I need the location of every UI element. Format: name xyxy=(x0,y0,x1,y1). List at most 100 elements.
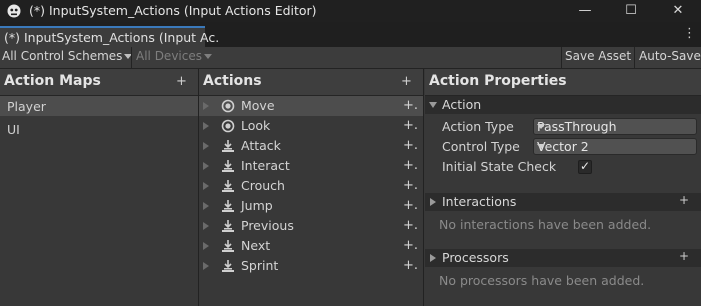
expand-arrow-icon[interactable] xyxy=(203,102,209,110)
expand-arrow-icon[interactable] xyxy=(203,182,209,190)
action-item-attack[interactable]: Attack +. xyxy=(199,136,423,156)
processors-section-header[interactable]: Processors + xyxy=(425,249,701,267)
button-icon xyxy=(222,160,234,172)
chevron-down-icon xyxy=(537,144,545,149)
devices-dropdown[interactable]: All Devices xyxy=(136,49,212,63)
action-maps-title: Action Maps xyxy=(4,73,101,89)
button-icon xyxy=(222,140,234,152)
action-label: Sprint xyxy=(241,258,279,273)
action-item-jump[interactable]: Jump +. xyxy=(199,196,423,216)
action-properties-header: Action Properties xyxy=(425,69,701,96)
action-type-label: Action Type xyxy=(442,119,514,134)
window-title-bar: (*) InputSystem_Actions (Input Actions E… xyxy=(0,0,701,22)
expand-arrow-icon[interactable] xyxy=(203,262,209,270)
action-item-previous[interactable]: Previous +. xyxy=(199,216,423,236)
action-map-item-player[interactable]: Player xyxy=(0,96,198,116)
toolbar-divider xyxy=(131,47,132,68)
interactions-empty-message: No interactions have been added. xyxy=(439,217,652,232)
action-item-next[interactable]: Next +. xyxy=(199,236,423,256)
action-label: Move xyxy=(241,98,275,113)
action-label: Crouch xyxy=(241,178,285,193)
action-label: Previous xyxy=(241,218,294,233)
unity-logo-icon xyxy=(7,4,21,18)
editor-tab[interactable]: (*) InputSystem_Actions (Input Ac. xyxy=(0,26,219,47)
action-label: Jump xyxy=(241,198,273,213)
expand-arrow-icon[interactable] xyxy=(203,242,209,250)
toolbar-divider xyxy=(561,47,562,68)
auto-save-toggle[interactable]: Auto-Save xyxy=(639,49,701,63)
chevron-right-icon xyxy=(430,254,436,262)
expand-arrow-icon[interactable] xyxy=(203,162,209,170)
chevron-down-icon xyxy=(203,54,212,59)
action-item-move[interactable]: Move +. xyxy=(199,96,423,116)
button-icon xyxy=(222,260,234,272)
add-binding-button[interactable]: +. xyxy=(403,138,418,153)
processors-empty-message: No processors have been added. xyxy=(439,273,645,288)
add-binding-button[interactable]: +. xyxy=(403,158,418,173)
expand-arrow-icon[interactable] xyxy=(203,222,209,230)
add-binding-button[interactable]: +. xyxy=(403,258,418,273)
button-icon xyxy=(222,220,234,232)
initial-state-check-label: Initial State Check xyxy=(442,159,557,174)
action-item-interact[interactable]: Interact +. xyxy=(199,156,423,176)
add-binding-button[interactable]: +. xyxy=(403,178,418,193)
action-section-title: Action xyxy=(442,97,482,112)
close-button[interactable]: ✕ xyxy=(655,0,701,22)
processors-title: Processors xyxy=(442,250,509,265)
add-processor-button[interactable]: + xyxy=(679,249,689,263)
button-icon xyxy=(222,240,234,252)
add-binding-button[interactable]: +. xyxy=(403,118,418,133)
actions-header: Actions + xyxy=(199,69,424,96)
interactions-section-header[interactable]: Interactions + xyxy=(425,193,701,211)
minimize-button[interactable]: — xyxy=(562,0,608,22)
action-label: Next xyxy=(241,238,271,253)
toolbar-divider xyxy=(634,47,635,68)
action-type-dropdown[interactable]: PassThrough xyxy=(533,118,697,135)
value-icon xyxy=(221,99,235,113)
control-schemes-dropdown[interactable]: All Control Schemes xyxy=(2,49,133,63)
save-asset-button[interactable]: Save Asset xyxy=(565,49,631,63)
add-interaction-button[interactable]: + xyxy=(679,193,689,207)
interactions-title: Interactions xyxy=(442,194,517,209)
control-type-dropdown[interactable]: Vector 2 xyxy=(533,138,697,155)
add-binding-button[interactable]: +. xyxy=(403,238,418,253)
add-action-map-button[interactable]: + xyxy=(176,74,187,89)
add-binding-button[interactable]: +. xyxy=(403,218,418,233)
panel-divider[interactable] xyxy=(423,69,424,306)
control-schemes-label: All Control Schemes xyxy=(2,49,123,63)
action-map-label: UI xyxy=(7,122,20,137)
expand-arrow-icon[interactable] xyxy=(203,122,209,130)
expand-arrow-icon[interactable] xyxy=(203,142,209,150)
action-label: Interact xyxy=(241,158,290,173)
add-binding-button[interactable]: +. xyxy=(403,98,418,113)
add-action-button[interactable]: + xyxy=(401,74,412,89)
action-properties-title: Action Properties xyxy=(429,73,567,89)
actions-title: Actions xyxy=(203,73,262,89)
window-title: (*) InputSystem_Actions (Input Actions E… xyxy=(29,3,317,18)
action-map-item-ui[interactable]: UI xyxy=(0,119,198,139)
action-item-look[interactable]: Look +. xyxy=(199,116,423,136)
control-type-label: Control Type xyxy=(442,139,520,154)
more-options-icon[interactable]: ⋮ xyxy=(683,26,696,41)
value-icon xyxy=(221,119,235,133)
button-icon xyxy=(222,200,234,212)
initial-state-checkbox[interactable]: ✓ xyxy=(578,159,592,174)
maximize-button[interactable]: ☐ xyxy=(608,0,654,22)
chevron-down-icon xyxy=(537,124,545,129)
action-map-label: Player xyxy=(7,99,46,114)
expand-arrow-icon[interactable] xyxy=(203,202,209,210)
action-item-sprint[interactable]: Sprint +. xyxy=(199,256,423,276)
add-binding-button[interactable]: +. xyxy=(403,198,418,213)
chevron-right-icon xyxy=(430,198,436,206)
button-icon xyxy=(222,180,234,192)
devices-label: All Devices xyxy=(136,49,202,63)
chevron-down-icon xyxy=(429,102,437,108)
action-maps-header: Action Maps + xyxy=(0,69,198,96)
action-label: Attack xyxy=(241,138,281,153)
checkmark-icon: ✓ xyxy=(580,159,591,173)
action-item-crouch[interactable]: Crouch +. xyxy=(199,176,423,196)
editor-tab-label: (*) InputSystem_Actions (Input Ac. xyxy=(4,30,220,45)
action-label: Look xyxy=(241,118,271,133)
action-section-header[interactable]: Action xyxy=(425,96,701,114)
action-type-value: PassThrough xyxy=(537,119,617,134)
